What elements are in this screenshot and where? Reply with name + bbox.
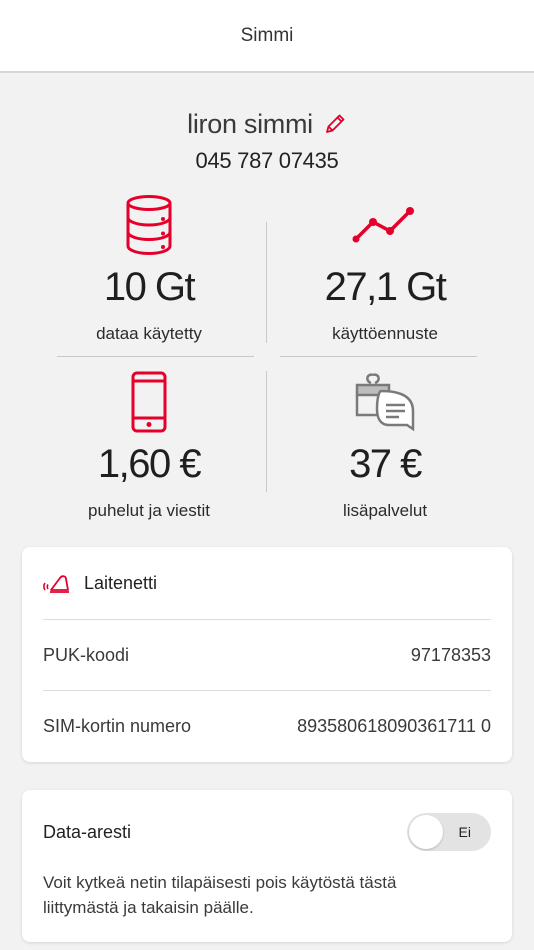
stat-value: 27,1 Gt [324,265,447,309]
subscription-name: liron simmi [187,108,313,139]
mobile-phone-icon [34,369,264,435]
data-arrest-description: Voit kytkeä netin tilapäisesti pois käyt… [43,873,397,917]
pencil-icon[interactable] [323,112,347,136]
sim-number: 893580618090361711 0 [297,715,491,736]
stat-label: lisäpalvelut [342,501,428,520]
database-icon [34,192,264,258]
stat-value: 10 Gt [103,265,196,309]
gift-chat-icon [270,369,500,435]
router-icon [42,572,70,594]
puk-row: PUK-koodi 97178353 [43,619,491,690]
sim-number-row: SIM-kortin numero 893580618090361711 0 [43,690,491,761]
data-arrest-toggle[interactable]: Ei [407,813,491,851]
stat-label: puhelut ja viestit [88,501,210,520]
puk-code: 97178353 [410,644,491,665]
data-arrest-card: Data-aresti Ei Voit kytkeä netin tilapäi… [22,790,512,942]
stat-label: käyttöennuste [332,324,438,343]
stat-data-used[interactable]: 10 Gt dataa käytetty [34,192,264,344]
device-info-card: Laitenetti PUK-koodi 97178353 SIM-kortin… [22,547,512,762]
stat-value: 1,60 € [97,442,202,486]
card-header: Laitenetti [22,547,512,619]
page-title: Simmi [240,24,294,46]
phone-number: 045 787 07435 [195,148,339,173]
divider [266,371,267,492]
divider [266,222,267,343]
row-label: SIM-kortin numero [43,715,192,736]
card-title: Laitenetti [84,572,158,593]
stat-label: dataa käytetty [96,324,202,343]
stat-extra-services[interactable]: 37 € lisäpalvelut [270,369,500,521]
toggle-knob[interactable] [409,815,443,849]
trend-line-icon [270,192,500,258]
data-arrest-title: Data-aresti [43,821,132,842]
top-bar: Simmi [0,0,534,73]
toggle-state: Ei [458,824,471,840]
row-label: PUK-koodi [43,644,130,665]
stat-calls-messages[interactable]: 1,60 € puhelut ja viestit [34,369,264,521]
stat-value: 37 € [349,442,422,486]
divider [57,356,254,357]
divider [280,356,477,357]
profile-header: liron simmi [0,104,534,144]
stat-usage-forecast[interactable]: 27,1 Gt käyttöennuste [270,192,500,344]
data-arrest-row: Data-aresti Ei [22,790,512,874]
